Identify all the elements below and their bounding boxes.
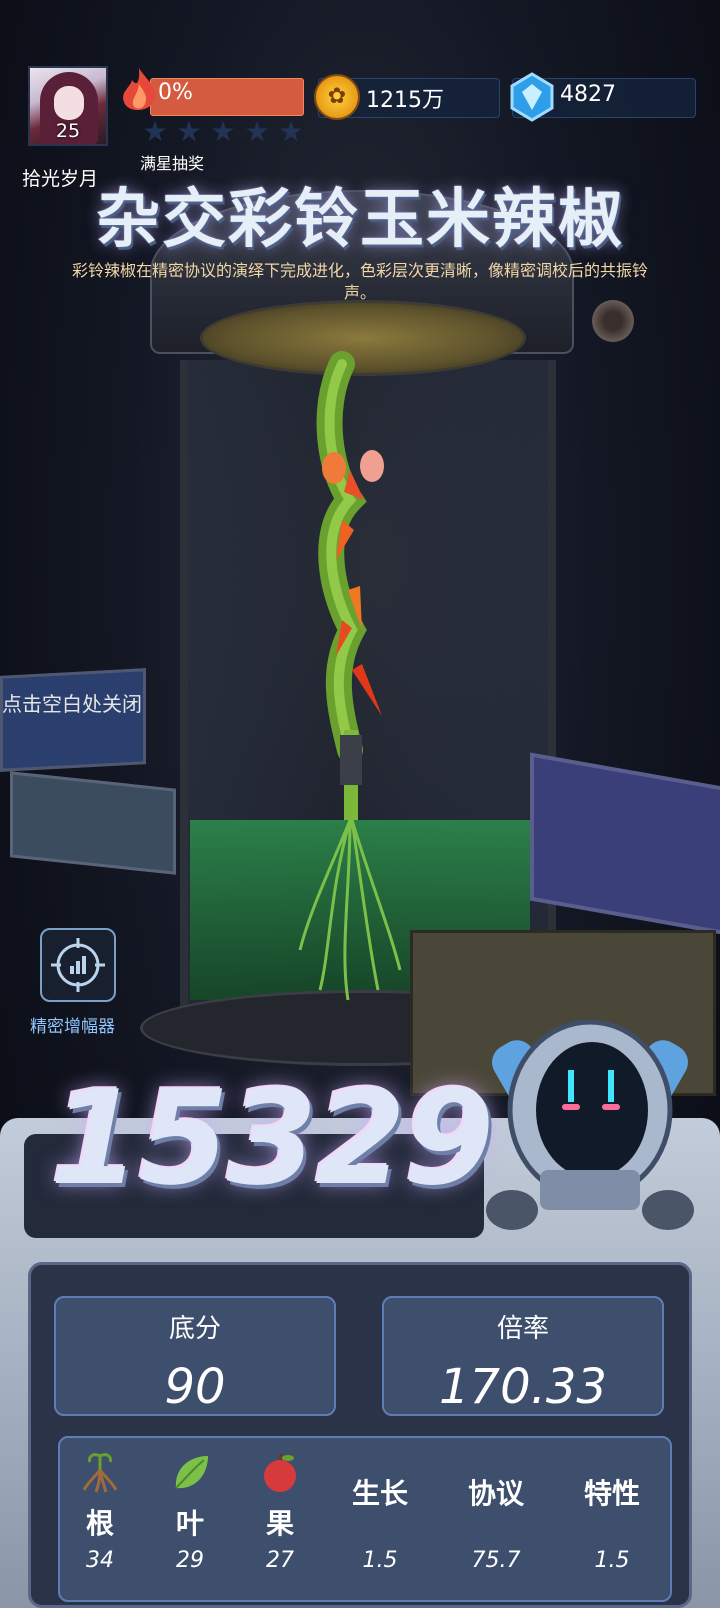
left-monitor (0, 668, 146, 772)
star-icon: ★ (176, 115, 202, 148)
gem-value: 4827 (560, 82, 616, 107)
leaf-icon (175, 1456, 208, 1489)
multiplier-box: 倍率 170.33 (382, 1296, 664, 1416)
trait-fruit: 果 27 (232, 1450, 328, 1573)
base-score-value: 90 (164, 1359, 226, 1415)
trait-value: 27 (266, 1548, 294, 1573)
amplifier-button[interactable] (40, 928, 116, 1002)
gold-coin-icon: ✿ (314, 74, 360, 120)
flame-icon (123, 68, 155, 111)
star-icon: ★ (210, 115, 236, 148)
trait-root: 根 34 (52, 1450, 148, 1573)
trait-value: 1.5 (362, 1548, 398, 1573)
robot-mascot (486, 1019, 694, 1230)
star-progress-percent: 0% (158, 80, 193, 105)
trait-growth: 生长 1.5 (332, 1472, 428, 1573)
trait-label: 根 (85, 1507, 114, 1540)
star-icon: ★ (278, 115, 304, 148)
trait-label: 果 (265, 1507, 294, 1540)
trait-protocol: 协议 75.7 (448, 1472, 544, 1573)
trait-label: 生长 (351, 1477, 408, 1510)
star-icon: ★ (244, 115, 270, 148)
close-hint[interactable]: 点击空白处关闭 (2, 688, 142, 717)
pepper-corn-plant (298, 351, 402, 1001)
player-level: 25 (55, 120, 81, 142)
trait-value: 34 (86, 1548, 114, 1573)
moon-icon (592, 300, 634, 342)
star-icon: ★ (142, 115, 168, 148)
base-score-box: 底分 90 (54, 1296, 336, 1416)
trait-value: 75.7 (471, 1548, 521, 1573)
gold-value: 1215万 (366, 88, 444, 113)
multiplier-label: 倍率 (496, 1314, 549, 1344)
gem-icon (510, 72, 554, 122)
base-score-label: 底分 (168, 1314, 221, 1344)
multiplier-value: 170.33 (439, 1359, 607, 1415)
trait-feature: 特性 1.5 (564, 1472, 660, 1573)
trait-label: 协议 (467, 1477, 524, 1510)
trait-leaf: 叶 29 (142, 1450, 238, 1573)
amplifier-label: 精密增幅器 (30, 1017, 115, 1037)
trait-label: 叶 (175, 1507, 204, 1540)
trait-label: 特性 (583, 1477, 640, 1510)
crosshair-chart-icon (51, 938, 105, 992)
trait-value: 1.5 (594, 1548, 630, 1573)
left-console (10, 771, 176, 875)
trait-value: 29 (176, 1548, 204, 1573)
plant-title: 杂交彩铃玉米辣椒 (96, 183, 624, 257)
apple-icon (264, 1453, 296, 1492)
right-monitor (530, 752, 720, 936)
star-row: ★ ★ ★ ★ ★ (140, 118, 306, 146)
root-icon (82, 1453, 118, 1493)
total-score: 15329 (50, 1062, 494, 1214)
plant-description: 彩铃辣椒在精密协议的演绎下完成进化，色彩层次更清晰，像精密调校后的共振铃声。 (71, 261, 648, 302)
